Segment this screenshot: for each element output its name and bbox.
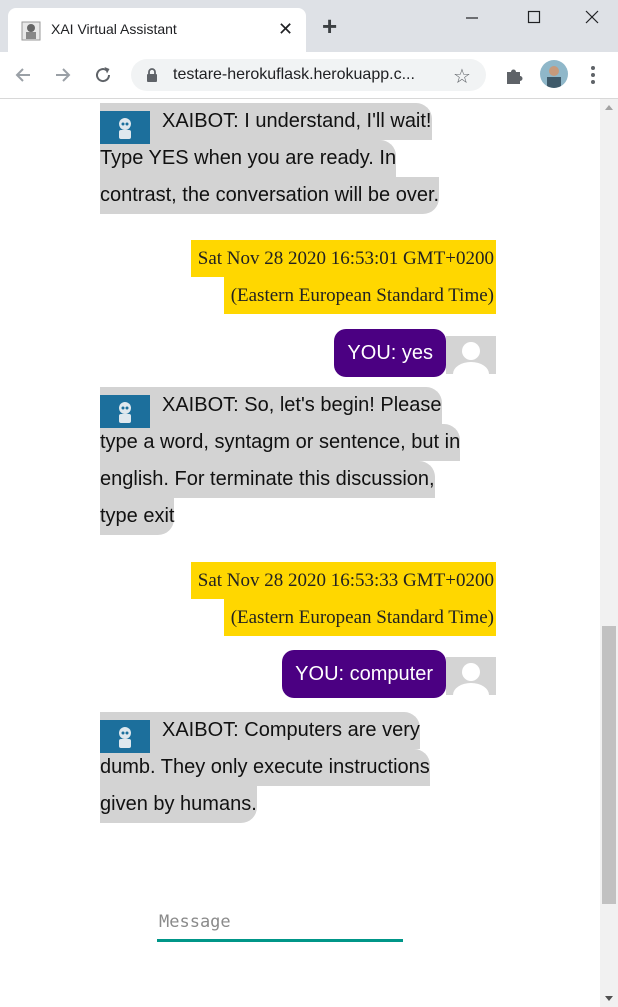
browser-toolbar: testare-herokuflask.herokuapp.c... ☆ [0,52,618,99]
user-message-bubble: YOU: yes [334,329,446,377]
bot-avatar-icon [100,720,150,753]
tab-strip: XAI Virtual Assistant ✕ + [0,0,618,52]
scrollbar-thumb[interactable] [602,626,616,904]
bot-message-line: Type YES when you are ready. In [100,140,397,177]
bot-message: XAIBOT: Computers are very dumb. They on… [100,712,430,823]
robot-favicon-icon [21,21,41,41]
message-input-wrapper [157,907,407,942]
user-avatar-icon [446,336,496,374]
profile-avatar[interactable] [540,60,568,88]
bot-message-line: contrast, the conversation will be over. [100,177,440,214]
bot-message-line: XAIBOT: So, let's begin! Please [100,387,442,424]
scroll-up-arrow-icon[interactable] [605,105,613,110]
url-text: testare-herokuflask.herokuapp.c... [173,66,415,83]
maximize-icon[interactable] [514,6,554,30]
reload-icon[interactable] [92,64,114,86]
bot-message-line: given by humans. [100,786,257,823]
bot-message-line: english. For terminate this discussion, [100,461,435,498]
minimize-icon[interactable] [452,6,492,30]
bot-message-line: type exit [100,498,175,535]
timestamp-line: Sat Nov 28 2020 16:53:01 GMT+0200 [190,240,496,277]
star-icon[interactable]: ☆ [453,64,471,89]
user-message-bubble: YOU: computer [282,650,446,698]
message-timestamp: Sat Nov 28 2020 16:53:01 GMT+0200 (Easte… [190,240,496,314]
chat-page: XAIBOT: I understand, I'll wait! Type YE… [0,99,600,1007]
user-avatar-icon [446,657,496,695]
arrow-right-icon[interactable] [52,64,74,86]
new-tab-icon[interactable]: + [322,13,337,39]
close-window-icon[interactable] [572,6,612,30]
lock-icon [147,68,157,82]
bot-avatar-icon [100,395,150,428]
bot-message-line: type a word, syntagm or sentence, but in [100,424,461,461]
timestamp-line: Sat Nov 28 2020 16:53:33 GMT+0200 [190,562,496,599]
user-message: YOU: yes [326,329,496,377]
message-input[interactable] [157,907,407,937]
kebab-menu-icon[interactable] [585,63,601,87]
close-tab-icon[interactable]: ✕ [278,19,293,40]
bot-avatar-icon [100,111,150,144]
timestamp-line: (Eastern European Standard Time) [223,599,496,636]
browser-tab[interactable]: XAI Virtual Assistant ✕ [8,8,306,52]
arrow-left-icon[interactable] [12,64,34,86]
puzzle-icon[interactable] [503,64,525,86]
page-scrollbar[interactable] [600,99,618,1007]
address-bar[interactable]: testare-herokuflask.herokuapp.c... ☆ [131,59,486,91]
bot-message: XAIBOT: So, let's begin! Please type a w… [100,387,461,535]
tab-title: XAI Virtual Assistant [51,21,177,37]
bot-message-line: dumb. They only execute instructions [100,749,430,786]
scroll-down-arrow-icon[interactable] [605,996,613,1001]
bot-message: XAIBOT: I understand, I'll wait! Type YE… [100,103,440,214]
user-message: YOU: computer [266,650,496,698]
timestamp-line: (Eastern European Standard Time) [223,277,496,314]
message-timestamp: Sat Nov 28 2020 16:53:33 GMT+0200 (Easte… [190,562,496,636]
